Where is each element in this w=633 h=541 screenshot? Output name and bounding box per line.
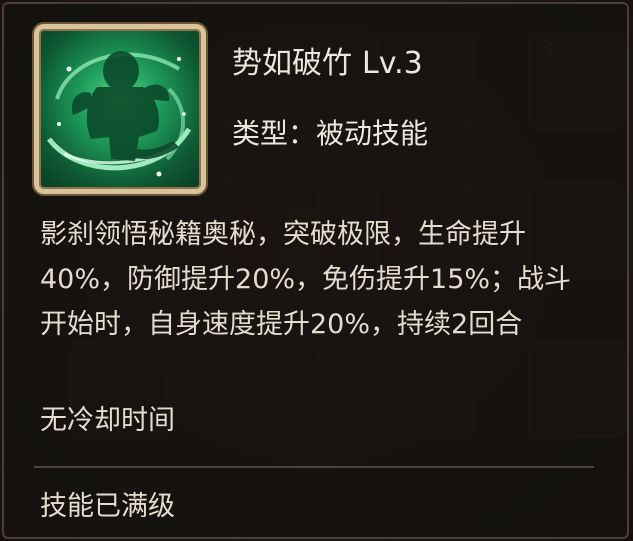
skill-level: Lv.3 — [362, 46, 423, 81]
skill-max-level-status: 技能已满级 — [40, 491, 175, 522]
skill-title: 势如破竹 Lv.3 — [232, 38, 423, 82]
game-screen: 3 势如破竹Lv.3 类型：被动技能 — [0, 0, 633, 541]
skill-name: 势如破竹 — [232, 46, 352, 81]
whirlwind-warrior-icon — [47, 51, 192, 177]
skill-type: 类型：被动技能 — [232, 117, 429, 150]
divider — [34, 466, 594, 468]
skill-cooldown: 无冷却时间 — [40, 405, 175, 436]
skill-description: 影刹领悟秘籍奥秘，突破极限，生命提升40%，防御提升20%，免伤提升15%；战斗… — [40, 219, 572, 340]
skill-icon — [34, 24, 206, 194]
